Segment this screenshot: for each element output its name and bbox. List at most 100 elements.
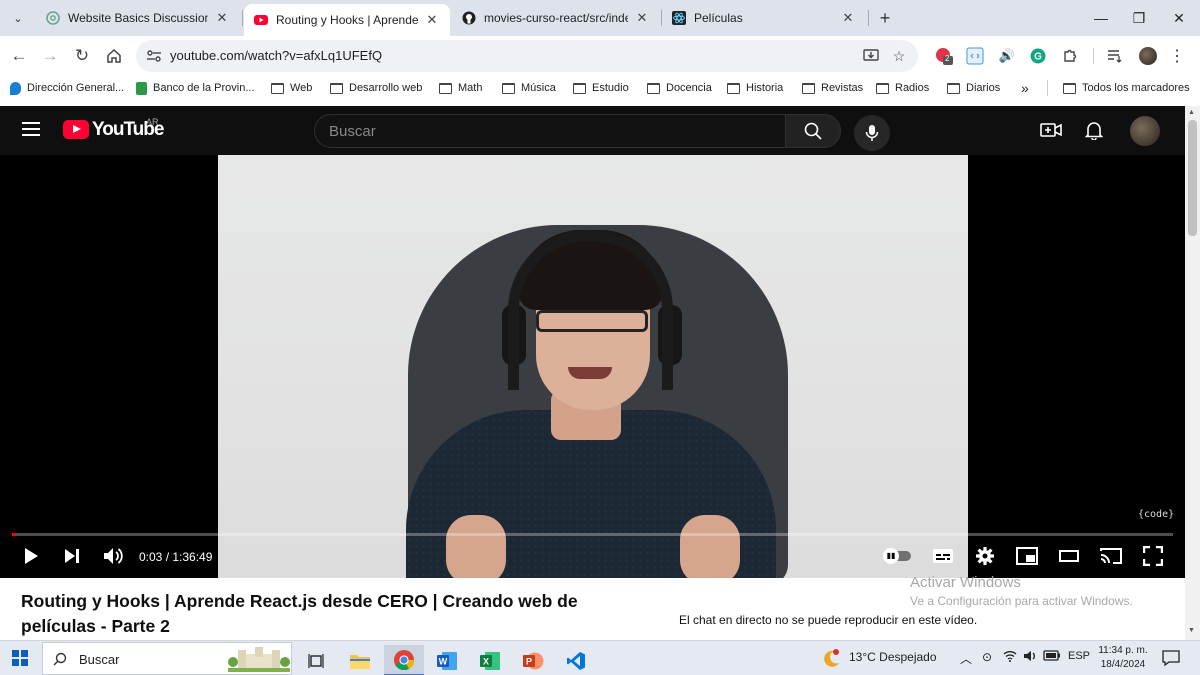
bookmark-folder[interactable]: Web bbox=[271, 78, 312, 98]
extension-badge-icon[interactable]: 2 bbox=[933, 45, 955, 67]
presenter-glasses bbox=[536, 310, 648, 332]
theater-mode-button[interactable] bbox=[1056, 544, 1082, 568]
notifications-button[interactable] bbox=[1082, 118, 1106, 142]
mute-button[interactable] bbox=[100, 544, 126, 568]
subtitles-button[interactable] bbox=[930, 544, 956, 568]
chrome-taskbar-button[interactable] bbox=[384, 645, 424, 675]
tab-routing-hooks[interactable]: Routing y Hooks | Aprende React ✕ bbox=[244, 4, 450, 36]
weather-text[interactable]: 13°C Despejado bbox=[849, 650, 937, 664]
windows-start-icon[interactable] bbox=[12, 650, 28, 666]
address-bar[interactable]: youtube.com/watch?v=afxLq1UFEfQ ☆ bbox=[136, 40, 918, 72]
clock-date: 18/4/2024 bbox=[1100, 659, 1146, 670]
reload-button[interactable]: ↻ bbox=[68, 42, 96, 70]
tab-github[interactable]: movies-curso-react/src/index.c ✕ bbox=[452, 4, 660, 32]
home-button[interactable] bbox=[100, 42, 128, 70]
folder-icon bbox=[727, 82, 740, 94]
tab-search-button[interactable]: ⌄ bbox=[6, 6, 30, 30]
all-bookmarks-folder[interactable]: Todos los marcadores bbox=[1063, 78, 1190, 98]
account-avatar[interactable] bbox=[1130, 116, 1160, 146]
video-player[interactable]: {code} 0:03 / 1:36:49 ▮▮ bbox=[0, 155, 1185, 578]
reload-icon: ↻ bbox=[74, 46, 90, 65]
battery-icon[interactable] bbox=[1043, 650, 1061, 664]
taskbar-search-input[interactable]: Buscar bbox=[42, 642, 292, 675]
notification-center-icon[interactable] bbox=[1162, 650, 1180, 667]
taskbar-search-placeholder: Buscar bbox=[79, 652, 120, 667]
presenter-hand bbox=[680, 515, 740, 578]
hamburger-menu-icon[interactable] bbox=[22, 122, 40, 136]
bookmark-item[interactable]: Dirección General... bbox=[10, 78, 124, 98]
bookmarks-bar: Dirección General... Banco de la Provin.… bbox=[0, 76, 1200, 100]
profile-avatar[interactable] bbox=[1137, 45, 1159, 67]
page-scrollbar[interactable]: ▲ ▼ bbox=[1185, 106, 1200, 640]
youtube-logo-icon[interactable] bbox=[63, 120, 89, 139]
volume-tray-icon[interactable] bbox=[1023, 650, 1037, 665]
chatgpt-icon bbox=[46, 11, 60, 25]
cast-button[interactable] bbox=[1098, 544, 1124, 568]
bookmark-folder[interactable]: Diarios bbox=[947, 78, 1000, 98]
bookmark-folder[interactable]: Revistas bbox=[802, 78, 863, 98]
windows-taskbar: Buscar W X P 13°C Despejado ︿ ⊙ ESP 11:3… bbox=[0, 640, 1200, 675]
close-window-button[interactable]: ✕ bbox=[1156, 0, 1200, 36]
language-indicator[interactable]: ESP bbox=[1068, 650, 1090, 662]
back-button[interactable]: ← bbox=[5, 42, 33, 70]
new-tab-button[interactable]: + bbox=[873, 6, 897, 30]
close-tab-icon[interactable]: ✕ bbox=[634, 10, 650, 26]
speaker-icon[interactable]: 🔊 bbox=[996, 45, 1018, 67]
bookmark-star-icon[interactable]: ☆ bbox=[890, 47, 908, 65]
tab-website-basics[interactable]: Website Basics Discussion ✕ bbox=[36, 4, 240, 32]
captions-icon bbox=[933, 549, 953, 563]
taskbar-clock[interactable]: 11:34 p. m. 18/4/2024 bbox=[1092, 644, 1154, 672]
show-hidden-icons-icon[interactable]: ︿ bbox=[960, 650, 972, 667]
puzzle-extensions-icon[interactable] bbox=[1059, 45, 1081, 67]
bookmark-folder[interactable]: Radios bbox=[876, 78, 929, 98]
scroll-thumb[interactable] bbox=[1188, 120, 1197, 236]
miniplayer-button[interactable] bbox=[1014, 544, 1040, 568]
reading-list-icon[interactable] bbox=[1104, 45, 1126, 67]
location-pin-icon bbox=[10, 81, 21, 95]
close-tab-icon[interactable]: ✕ bbox=[840, 10, 856, 26]
home-icon bbox=[107, 48, 121, 63]
bookmark-label: Web bbox=[290, 82, 313, 94]
tab-peliculas[interactable]: Películas ✕ bbox=[662, 4, 866, 32]
progress-bar[interactable] bbox=[12, 533, 1173, 536]
tab-divider bbox=[242, 10, 243, 26]
close-tab-icon[interactable]: ✕ bbox=[214, 10, 230, 26]
bookmark-folder[interactable]: Desarrollo web bbox=[330, 78, 422, 98]
bookmark-folder[interactable]: Música bbox=[502, 78, 556, 98]
weather-icon[interactable] bbox=[820, 648, 842, 670]
settings-button[interactable] bbox=[972, 544, 998, 568]
grammarly-icon[interactable]: G bbox=[1027, 45, 1049, 67]
kebab-menu-icon[interactable]: ⋮ bbox=[1166, 45, 1188, 67]
meet-now-icon[interactable]: ⊙ bbox=[982, 650, 992, 664]
voice-search-button[interactable] bbox=[854, 115, 890, 151]
bookmark-folder[interactable]: Math bbox=[439, 78, 482, 98]
devtools-extension-icon[interactable] bbox=[964, 45, 986, 67]
next-button[interactable] bbox=[59, 544, 85, 568]
bookmark-label: Todos los marcadores bbox=[1082, 82, 1190, 94]
bookmark-folder[interactable]: Historia bbox=[727, 78, 783, 98]
task-view-button[interactable] bbox=[296, 645, 336, 675]
site-info-icon[interactable] bbox=[144, 46, 164, 66]
bookmark-folder[interactable]: Estudio bbox=[573, 78, 629, 98]
excel-taskbar-button[interactable]: X bbox=[470, 645, 510, 675]
fullscreen-button[interactable] bbox=[1140, 544, 1166, 568]
autoplay-toggle[interactable]: ▮▮ bbox=[883, 544, 912, 568]
wifi-icon[interactable] bbox=[1003, 650, 1017, 665]
scroll-down-icon[interactable]: ▼ bbox=[1188, 627, 1195, 634]
bookmark-item[interactable]: Banco de la Provin... bbox=[136, 78, 255, 98]
bookmark-folder[interactable]: Docencia bbox=[647, 78, 712, 98]
create-button[interactable] bbox=[1039, 118, 1063, 142]
youtube-search-button[interactable] bbox=[785, 114, 841, 148]
bookmarks-overflow-button[interactable]: » bbox=[1021, 78, 1029, 98]
word-taskbar-button[interactable]: W bbox=[427, 645, 467, 675]
install-app-icon[interactable] bbox=[862, 47, 880, 65]
close-tab-icon[interactable]: ✕ bbox=[424, 12, 440, 28]
youtube-search-input[interactable]: Buscar bbox=[314, 114, 786, 148]
scroll-up-icon[interactable]: ▲ bbox=[1188, 109, 1195, 116]
file-explorer-button[interactable] bbox=[340, 645, 380, 675]
play-button[interactable] bbox=[18, 544, 44, 568]
forward-button[interactable]: → bbox=[36, 42, 64, 70]
chevron-down-icon: ⌄ bbox=[13, 12, 23, 25]
powerpoint-taskbar-button[interactable]: P bbox=[513, 645, 553, 675]
vscode-taskbar-button[interactable] bbox=[556, 645, 596, 675]
